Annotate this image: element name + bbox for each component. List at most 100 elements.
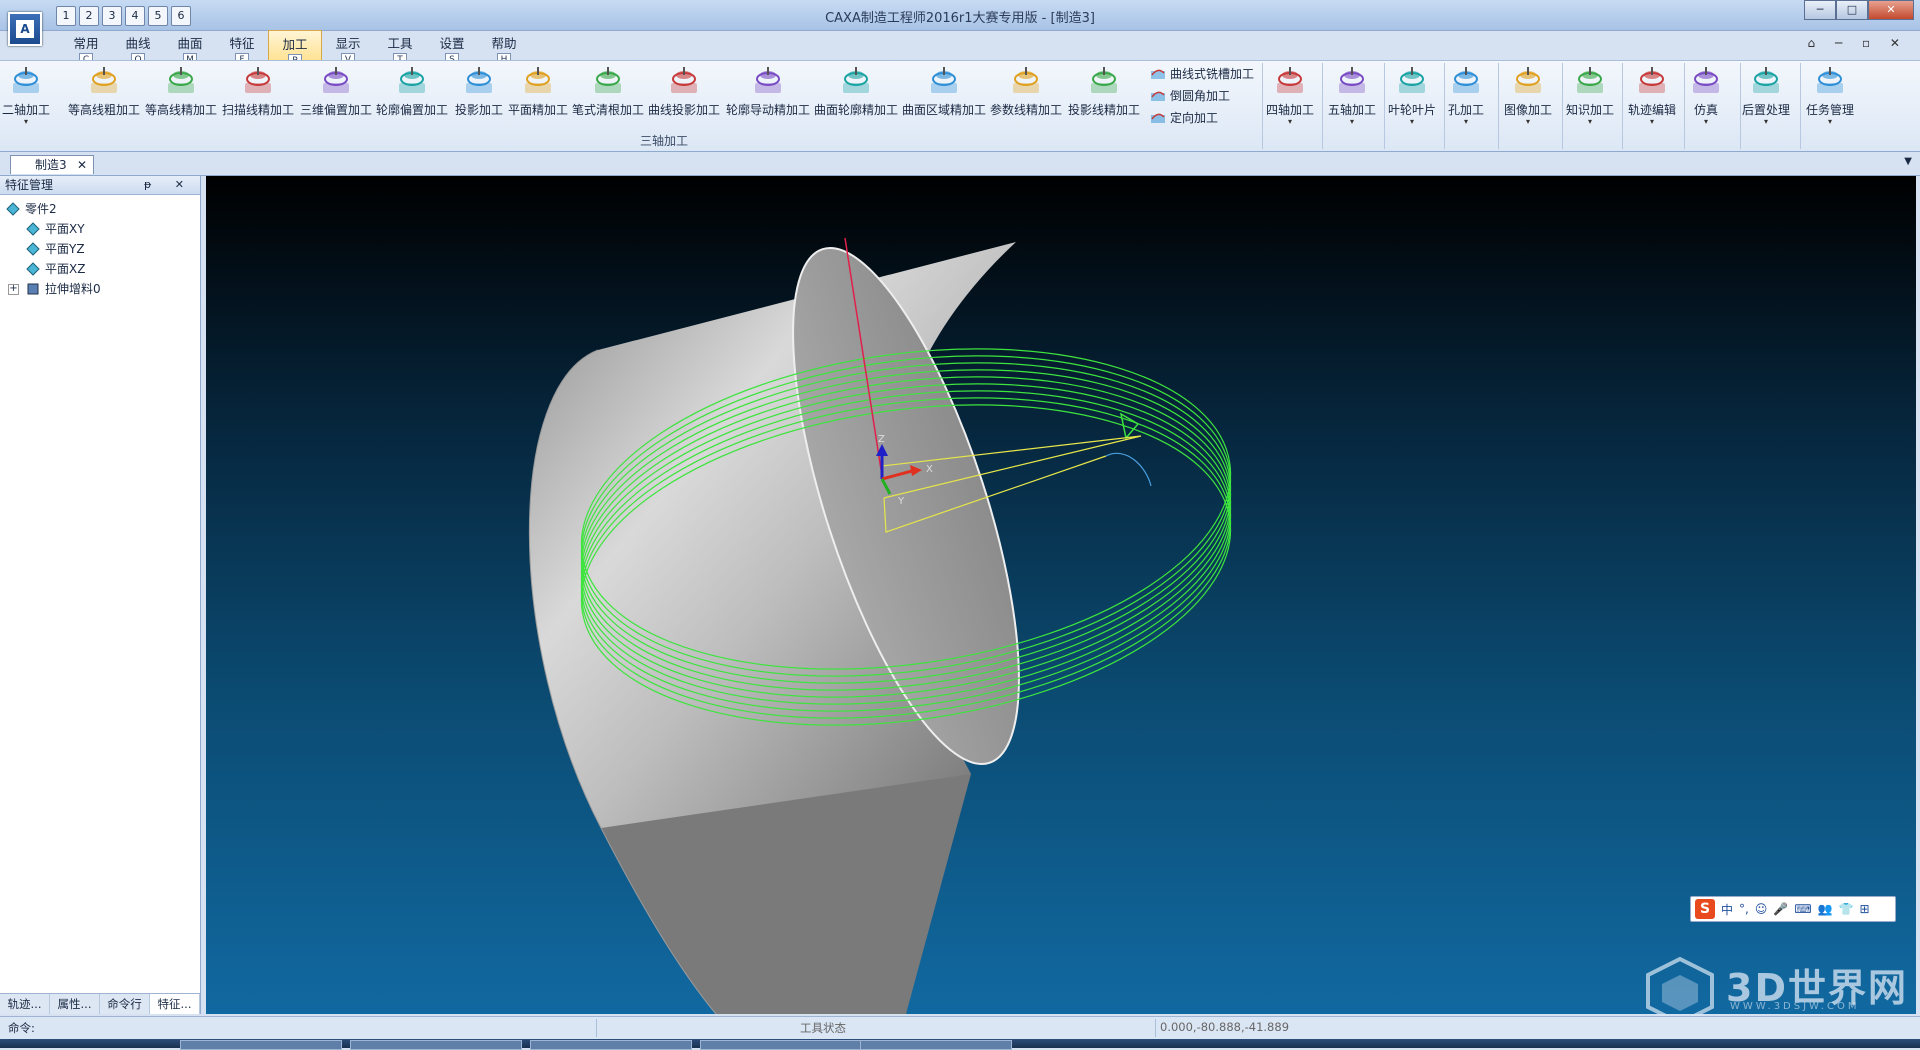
dropdown-icon: ▾ [1650, 117, 1655, 126]
ribbon-button-label: 等高线粗加工 [68, 103, 141, 117]
ribbon-button[interactable]: 孔加工 ▾ [1448, 63, 1484, 126]
os-taskbar [0, 1039, 1920, 1050]
ribbon-button[interactable]: 二轴加工 ▾ [2, 63, 50, 126]
document-tab-label: 制造3 [35, 158, 67, 172]
ime-toolbar[interactable]: S 中 °, ☺ 🎤 ⌨ 👥 👕 ⊞ [1690, 896, 1896, 922]
ime-item[interactable]: 🎤 [1773, 902, 1788, 916]
ime-item[interactable]: 👥 [1818, 902, 1833, 916]
tab-menu[interactable]: 曲面M [164, 30, 216, 67]
curve-slot-icon [1151, 69, 1165, 79]
tab-label: 显示 [335, 36, 361, 51]
post-process-icon [1742, 65, 1790, 97]
parameter-line-icon [990, 65, 1062, 97]
tab-menu[interactable]: 设置S [426, 30, 478, 67]
tab-list-dropdown-icon[interactable]: ▼ [1904, 156, 1912, 167]
ribbon-button[interactable]: 投影线精加工 [1068, 63, 1140, 125]
tree-node[interactable]: 平面YZ [0, 239, 200, 259]
tab-menu[interactable]: 常用C [60, 30, 112, 67]
ribbon-button-label: 参数线精加工 [990, 103, 1063, 117]
dropdown-icon: ▾ [1410, 117, 1415, 126]
ribbon-separator [1498, 63, 1499, 149]
path-edit-icon [1628, 65, 1676, 97]
tab-menu[interactable]: 加工P [268, 30, 322, 68]
document-tab-strip: 制造3 ✕ ▼ [0, 153, 1920, 176]
feature-tree: 零件2 平面XY 平面YZ 平面XZ + 拉伸增料0 [0, 195, 200, 299]
tab-menu[interactable]: 显示V [322, 30, 374, 67]
close-button[interactable]: ✕ [1868, 0, 1914, 20]
panel-tab[interactable]: 命令行 [100, 994, 150, 1014]
ime-item[interactable]: ⊞ [1860, 902, 1870, 916]
tree-node[interactable]: 平面XY [0, 219, 200, 239]
ribbon-button[interactable]: 曲面轮廓精加工 [814, 63, 898, 125]
ribbon-button[interactable]: 图像加工 ▾ [1504, 63, 1553, 126]
ribbon-button[interactable]: 三维偏置加工 [300, 63, 372, 125]
ribbon-button[interactable]: 知识加工 ▾ [1566, 63, 1614, 126]
tree-expand-icon[interactable]: + [8, 283, 19, 295]
projection-icon [455, 65, 503, 97]
ribbon-button-label: 笔式清根加工 [572, 103, 645, 117]
ribbon-button-label: 任务管理 [1806, 103, 1855, 117]
ribbon-button[interactable]: 笔式清根加工 [572, 63, 644, 125]
close-tab-icon[interactable]: ✕ [77, 156, 87, 175]
tab-label: 工具 [387, 36, 413, 51]
ribbon-button[interactable]: 参数线精加工 [990, 63, 1062, 125]
watermark-cube-icon [1646, 956, 1714, 1026]
3d-offset-icon [300, 65, 372, 97]
ribbon-button[interactable]: 五轴加工 ▾ [1328, 63, 1376, 126]
mdi-controls[interactable]: ⌂ ─ ▫ ✕ [1808, 36, 1908, 50]
ribbon-button[interactable]: 等高线精加工 [145, 63, 217, 125]
tree-node-label: 平面YZ [45, 242, 85, 256]
ribbon-button[interactable]: 曲线投影加工 [648, 63, 720, 125]
task-manager-icon [1806, 65, 1854, 97]
document-tab[interactable]: 制造3 ✕ [10, 155, 94, 174]
panel-pin-close[interactable]: ᵽ ✕ [144, 176, 194, 194]
ime-item[interactable]: °, [1739, 902, 1749, 916]
projection-line-icon [1068, 65, 1140, 97]
ribbon-button[interactable]: 后置处理 ▾ [1742, 63, 1790, 126]
ribbon-button[interactable]: 轮廓偏置加工 [376, 63, 448, 125]
group-label-3axis: 三轴加工 [640, 134, 689, 148]
ribbon-button[interactable]: 四轴加工 ▾ [1266, 63, 1314, 126]
ribbon-button[interactable]: 等高线粗加工 [68, 63, 140, 125]
minimize-button[interactable]: ─ [1804, 0, 1836, 20]
scene-svg: Z X Y [528, 237, 1232, 1014]
ime-item[interactable]: ☺ [1755, 902, 1768, 916]
ribbon-button[interactable]: 仿真 ▾ [1690, 63, 1722, 126]
ribbon-button-label: 叶轮叶片 [1388, 103, 1437, 117]
tree-node[interactable]: 零件2 [0, 199, 200, 219]
ribbon-button[interactable]: 轨迹编辑 ▾ [1628, 63, 1676, 126]
ribbon-small-button[interactable]: 倒圆角加工 [1150, 85, 1230, 105]
ribbon-button[interactable]: 投影加工 [455, 63, 503, 125]
dropdown-icon: ▾ [1588, 117, 1593, 126]
tree-node[interactable]: 平面XZ [0, 259, 200, 279]
ribbon-tabs: 常用C曲线Q曲面M特征F加工P显示V工具T设置S帮助H [60, 30, 530, 68]
ime-item[interactable]: ⌨ [1794, 902, 1811, 916]
ribbon-button[interactable]: 曲面区域精加工 [902, 63, 986, 125]
panel-tab[interactable]: 属性... [50, 994, 100, 1014]
ribbon-small-button[interactable]: 定向加工 [1150, 107, 1218, 127]
panel-tab[interactable]: 轨迹... [0, 994, 50, 1014]
dropdown-icon: ▾ [1764, 117, 1769, 126]
tree-node[interactable]: + 拉伸增料0 [0, 279, 200, 299]
panel-tab[interactable]: 特征... [150, 994, 200, 1014]
maximize-button[interactable]: □ [1836, 0, 1868, 20]
ribbon-button[interactable]: 轮廓导动精加工 [726, 63, 810, 125]
ime-item[interactable]: 👕 [1839, 902, 1854, 916]
profile-offset-icon [376, 65, 448, 97]
ribbon-small-button[interactable]: 曲线式铣槽加工 [1150, 63, 1254, 83]
app-menu-button[interactable]: A [8, 12, 42, 46]
ribbon-button[interactable]: 叶轮叶片 ▾ [1388, 63, 1437, 126]
ribbon-small-label: 定向加工 [1170, 110, 1219, 125]
3d-viewport[interactable]: Z X Y [206, 176, 1916, 1014]
ribbon-button[interactable]: 平面精加工 [508, 63, 568, 125]
two-axis-icon [2, 65, 50, 97]
tab-menu[interactable]: 工具T [374, 30, 426, 67]
ribbon-button-label: 图像加工 [1504, 103, 1553, 117]
ime-item[interactable]: 中 [1721, 901, 1733, 918]
title-bar: 123456 CAXA制造工程师2016r1大赛专用版 - [制造3] ─ □ … [0, 0, 1920, 31]
ribbon-button[interactable]: 任务管理 ▾ [1806, 63, 1855, 126]
tab-menu[interactable]: 特征F [216, 30, 268, 67]
tab-menu[interactable]: 帮助H [478, 30, 530, 67]
ribbon-button[interactable]: 扫描线精加工 [222, 63, 294, 125]
tab-menu[interactable]: 曲线Q [112, 30, 164, 67]
